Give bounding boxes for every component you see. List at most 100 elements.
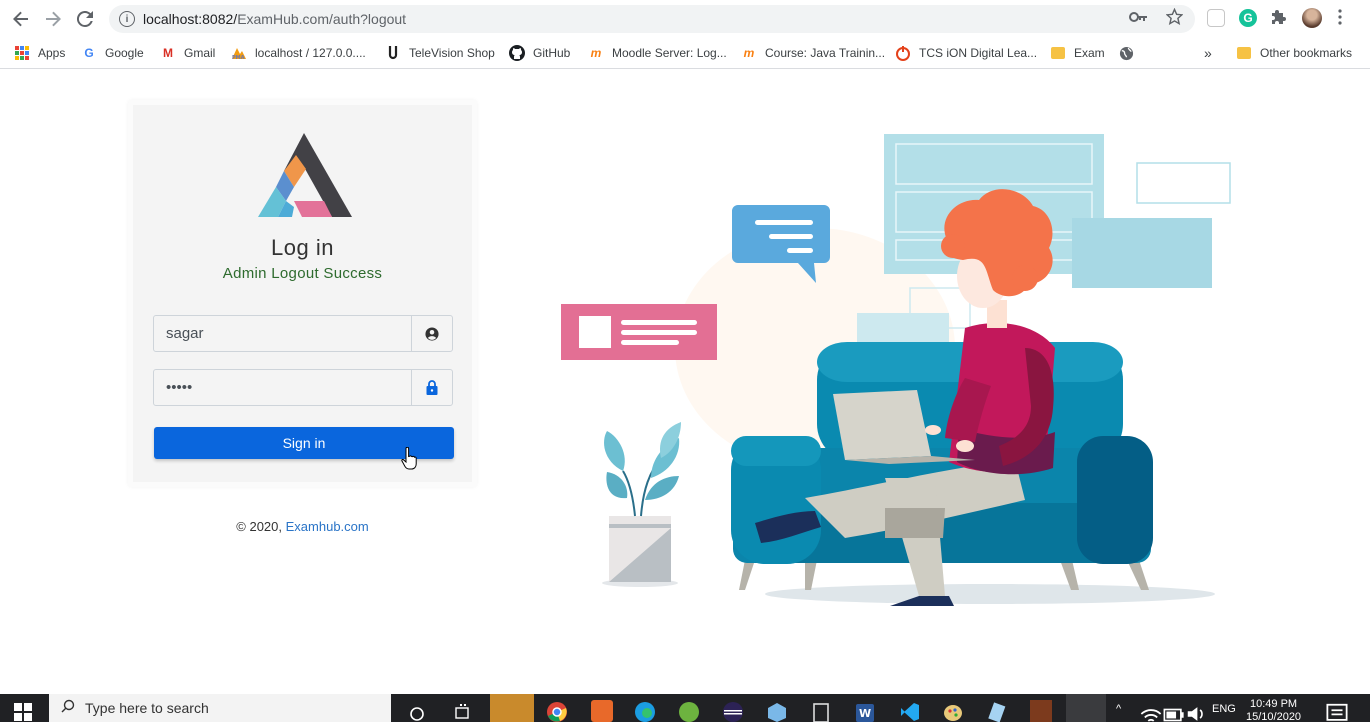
bookmark-gmail[interactable]: M Gmail	[160, 43, 215, 63]
bookmark-label: TeleVision Shop	[409, 46, 495, 60]
password-key-icon[interactable]	[1129, 10, 1147, 26]
address-bar[interactable]: i localhost:8082/ExamHub.com/auth?logout	[109, 5, 1195, 33]
app-icon[interactable]	[1030, 700, 1052, 722]
bookmark-label: TCS iON Digital Lea...	[919, 46, 1038, 60]
apps-grid-icon	[14, 45, 30, 61]
paint-icon[interactable]	[942, 700, 964, 722]
bookmark-label: Other bookmarks	[1260, 46, 1353, 60]
bookmark-globe[interactable]	[1118, 43, 1142, 63]
url-text: localhost:8082/ExamHub.com/auth?logout	[143, 11, 406, 27]
profile-avatar[interactable]	[1302, 8, 1322, 28]
bookmark-google[interactable]: G Google	[81, 43, 144, 63]
tv-shop-icon	[385, 45, 401, 61]
app-window-icon[interactable]	[810, 700, 832, 722]
language-indicator[interactable]: ENG	[1212, 703, 1236, 715]
bookmark-moodle-server[interactable]: m Moodle Server: Log...	[588, 43, 727, 63]
page-content: Log in Admin Logout Success Sign in © 20…	[0, 70, 1370, 694]
github-icon	[509, 45, 525, 61]
windows-start-icon[interactable]	[14, 703, 32, 721]
taskbar-search-box[interactable]: Type here to search	[49, 694, 391, 722]
hand-pointer-cursor-icon	[401, 447, 417, 470]
bookmark-other-bookmarks[interactable]: Other bookmarks	[1236, 43, 1352, 63]
bookmark-java-course[interactable]: m Course: Java Trainin...	[741, 43, 885, 63]
spring-tools-icon[interactable]	[678, 700, 700, 722]
user-circle-icon	[411, 316, 452, 351]
search-icon	[61, 699, 75, 717]
username-input[interactable]	[154, 316, 411, 351]
clock-time: 10:49 PM	[1249, 698, 1298, 710]
svg-text:PMA: PMA	[232, 55, 245, 60]
xampp-icon[interactable]	[591, 700, 613, 722]
bookmark-apps[interactable]: Apps	[14, 43, 65, 63]
lock-icon	[411, 370, 452, 405]
bookmark-label: GitHub	[533, 46, 571, 60]
site-info-icon[interactable]: i	[119, 11, 135, 27]
virtualbox-icon[interactable]	[766, 700, 788, 722]
bookmark-label: Gmail	[184, 46, 216, 60]
back-arrow-icon[interactable]	[5, 3, 37, 35]
bookmark-localhost[interactable]: PMA localhost / 127.0.0....	[231, 43, 366, 63]
google-icon: G	[84, 46, 94, 60]
bookmark-github[interactable]: GitHub	[509, 43, 570, 63]
footer-copyright: © 2020, Examhub.com	[128, 519, 477, 534]
browser-toolbar: i localhost:8082/ExamHub.com/auth?logout…	[0, 0, 1370, 37]
globe-icon	[1118, 45, 1134, 61]
username-field	[153, 315, 453, 352]
clock-date: 15/10/2020	[1246, 711, 1302, 723]
svg-text:W: W	[859, 707, 871, 720]
bookmark-label: Moodle Server: Log...	[612, 46, 727, 60]
examhub-logo	[258, 133, 352, 217]
moodle-icon: m	[590, 46, 602, 60]
examhub-link[interactable]: Examhub.com	[286, 519, 369, 534]
bookmark-label: Exam	[1074, 46, 1105, 60]
file-explorer-icon[interactable]	[490, 694, 534, 722]
task-view-icon[interactable]	[452, 700, 474, 722]
bookmark-television-shop[interactable]: TeleVision Shop	[385, 43, 495, 63]
vscode-icon[interactable]	[898, 700, 920, 722]
folder-icon	[1236, 45, 1252, 61]
logout-success-message: Admin Logout Success	[222, 265, 383, 282]
login-card: Log in Admin Logout Success Sign in	[128, 100, 477, 487]
tcs-ion-icon	[895, 45, 911, 61]
extension-icon[interactable]	[1207, 9, 1225, 27]
notifications-icon[interactable]	[1326, 702, 1348, 724]
bookmark-exam[interactable]: Exam	[1050, 43, 1105, 63]
reload-icon[interactable]	[69, 3, 101, 35]
taskbar-clock[interactable]: 10:49 PM 15/10/2020	[1246, 698, 1301, 724]
edge-icon[interactable]	[634, 700, 656, 722]
grammarly-icon[interactable]: G	[1239, 9, 1257, 27]
word-icon[interactable]: W	[854, 700, 876, 722]
copyright-text: © 2020,	[236, 519, 286, 534]
url-host: localhost:8082/	[143, 11, 238, 27]
bookmark-label: Google	[105, 46, 144, 60]
url-path: ExamHub.com/auth?logout	[237, 11, 407, 27]
bookmarks-bar: Apps G Google M Gmail PMA localhost / 12…	[0, 37, 1370, 69]
overflow-chevron-icon: »	[1204, 45, 1212, 61]
person-on-sofa-illustration	[561, 134, 1231, 606]
page-title: Log in	[271, 235, 334, 260]
folder-icon	[1050, 45, 1066, 61]
chrome-icon[interactable]	[546, 700, 568, 722]
gmail-icon: M	[163, 46, 173, 60]
show-hidden-icons-chevron-icon[interactable]: ^	[1116, 703, 1121, 715]
password-field	[153, 369, 453, 406]
extensions-puzzle-icon[interactable]	[1271, 9, 1289, 27]
notepad-icon[interactable]	[986, 700, 1008, 722]
forward-arrow-icon[interactable]	[37, 3, 69, 35]
search-placeholder: Type here to search	[85, 700, 209, 716]
battery-icon[interactable]	[1163, 704, 1185, 726]
bookmark-label: localhost / 127.0.0....	[255, 46, 366, 60]
bookmark-label: Course: Java Trainin...	[765, 46, 886, 60]
eclipse-icon[interactable]	[722, 700, 744, 722]
snipping-tool-icon[interactable]	[1066, 694, 1106, 722]
cortana-icon[interactable]	[406, 700, 428, 722]
bookmark-label: Apps	[38, 46, 66, 60]
password-input[interactable]	[154, 370, 411, 405]
windows-taskbar: Type here to search W ^ ENG 10:49 PM 15/…	[0, 694, 1370, 724]
bookmark-tcs-ion[interactable]: TCS iON Digital Lea...	[895, 43, 1037, 63]
bookmark-star-icon[interactable]	[1165, 7, 1184, 30]
moodle-icon: m	[743, 46, 755, 60]
bookmarks-overflow-button[interactable]: »	[1204, 43, 1212, 63]
phpmyadmin-icon: PMA	[231, 45, 247, 61]
browser-menu-icon[interactable]	[1338, 9, 1348, 27]
